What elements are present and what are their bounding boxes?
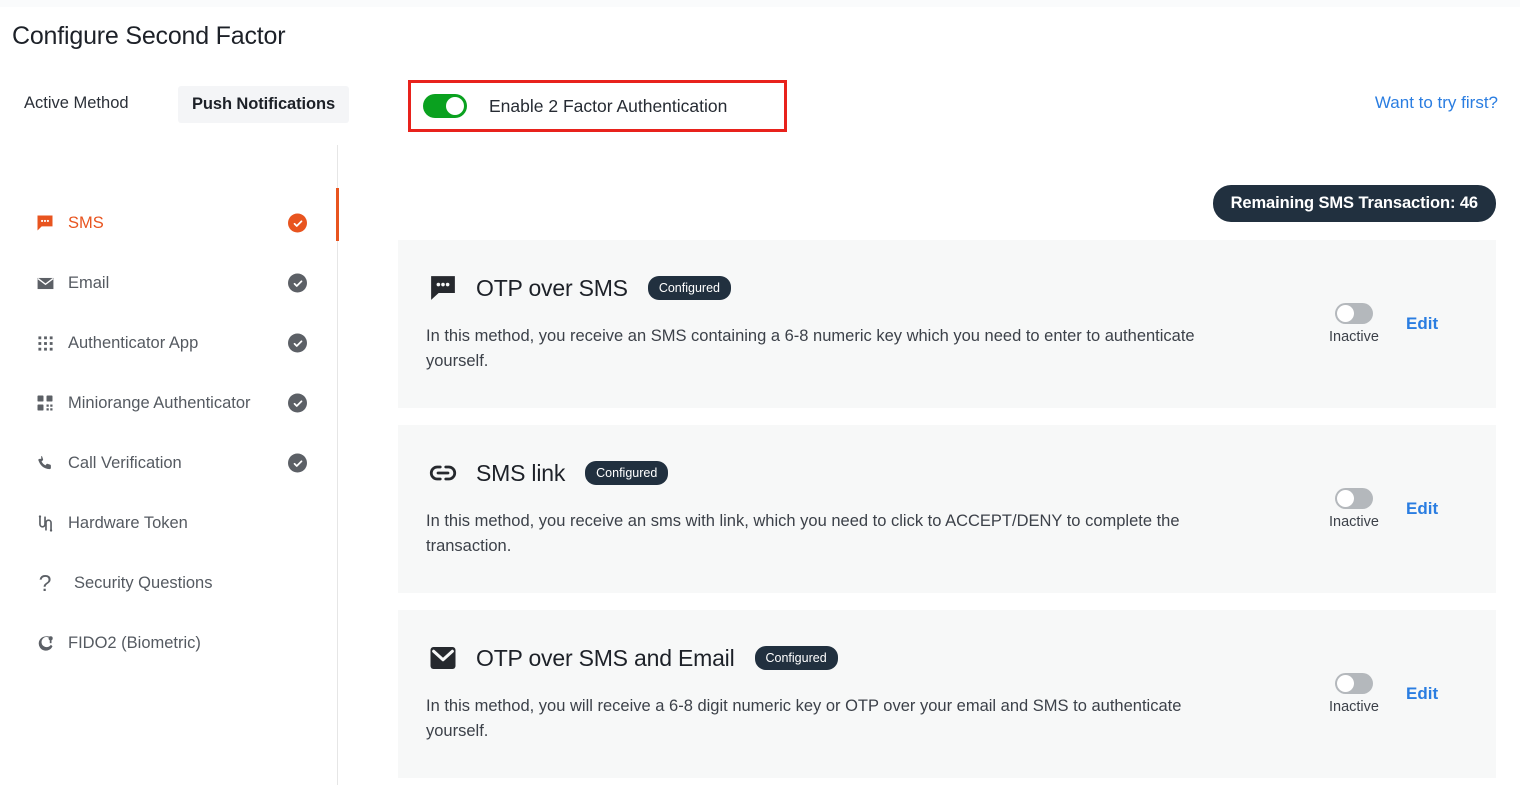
sidebar-item-label: Authenticator App: [68, 333, 199, 352]
card-actions: Inactive Edit: [1306, 303, 1476, 345]
sidebar-item-label: FIDO2 (Biometric): [68, 633, 201, 652]
card-status-group: Inactive: [1306, 673, 1402, 715]
verified-check-icon: [288, 333, 307, 353]
sidebar-item-miniorange-authenticator[interactable]: Miniorange Authenticator: [0, 373, 337, 433]
verified-check-icon: [288, 273, 307, 293]
verified-check-icon: [288, 213, 307, 233]
enable-2fa-toggle[interactable]: [423, 94, 467, 118]
top-strip: [0, 0, 1520, 7]
remaining-sms-transaction-badge: Remaining SMS Transaction: 46: [1212, 185, 1496, 222]
configured-badge: Configured: [647, 276, 731, 300]
sidebar-item-call-verification[interactable]: Call Verification: [0, 433, 337, 493]
hardware-token-icon: [34, 512, 56, 534]
card-status-group: Inactive: [1306, 488, 1402, 530]
toggle-knob: [1337, 675, 1354, 692]
envelope-icon: [34, 272, 56, 294]
sidebar-item-label: Email: [68, 273, 110, 292]
link-chain-icon: [426, 458, 460, 488]
method-toggle[interactable]: [1335, 673, 1373, 694]
card-title: OTP over SMS: [476, 274, 628, 301]
sidebar-item-security-questions[interactable]: ? Security Questions: [0, 553, 337, 613]
method-card-otp-over-sms: OTP over SMS Configured In this method, …: [398, 240, 1496, 408]
method-cards-list: OTP over SMS Configured In this method, …: [398, 240, 1496, 785]
card-title: SMS link: [476, 459, 566, 486]
want-to-try-first-link[interactable]: Want to try first?: [1375, 93, 1498, 113]
enable-2fa-highlight-box: Enable 2 Factor Authentication: [408, 80, 787, 132]
method-card-sms-link: SMS link Configured In this method, you …: [398, 425, 1496, 593]
question-mark-icon: ?: [38, 569, 52, 596]
method-toggle[interactable]: [1335, 488, 1373, 509]
sidebar-item-label: Call Verification: [68, 453, 182, 472]
edit-button[interactable]: Edit: [1406, 499, 1476, 519]
sidebar-item-label: Miniorange Authenticator: [68, 393, 251, 412]
sidebar-item-authenticator-app[interactable]: Authenticator App: [0, 313, 337, 373]
verified-check-icon: [288, 453, 307, 473]
sidebar-item-label: Hardware Token: [68, 513, 188, 532]
methods-sidebar: SMS Email Authenticator App Miniorange A…: [0, 145, 338, 785]
card-status-group: Inactive: [1306, 303, 1402, 345]
status-label: Inactive: [1329, 514, 1379, 530]
sms-bubble-icon: [34, 212, 56, 234]
active-method-label: Active Method: [24, 94, 129, 112]
sidebar-item-label: Security Questions: [74, 573, 213, 592]
sidebar-item-hardware-token[interactable]: Hardware Token: [0, 493, 337, 553]
sidebar-item-email[interactable]: Email: [0, 253, 337, 313]
sidebar-item-fido2-biometric[interactable]: FIDO2 (Biometric): [0, 613, 337, 673]
verified-check-icon: [288, 393, 307, 413]
fido2-key-icon: [34, 632, 56, 654]
toggle-knob: [1337, 490, 1354, 507]
configured-badge: Configured: [754, 646, 838, 670]
toggle-knob: [1337, 305, 1354, 322]
card-actions: Inactive Edit: [1306, 488, 1476, 530]
page-title: Configure Second Factor: [12, 22, 286, 50]
enable-2fa-label: Enable 2 Factor Authentication: [489, 95, 728, 116]
active-method-value: Push Notifications: [178, 86, 350, 123]
grid-dots-icon: [34, 332, 56, 354]
status-label: Inactive: [1329, 329, 1379, 345]
configure-second-factor-page: Configure Second Factor Active Method Pu…: [0, 0, 1520, 785]
status-label: Inactive: [1329, 699, 1379, 715]
card-actions: Inactive Edit: [1306, 673, 1476, 715]
configured-badge: Configured: [585, 461, 669, 485]
method-toggle[interactable]: [1335, 303, 1373, 324]
envelope-icon: [426, 643, 460, 673]
method-card-otp-over-sms-and-email: OTP over SMS and Email Configured In thi…: [398, 610, 1496, 778]
methods-main-panel: Remaining SMS Transaction: 46 OTP over S…: [338, 145, 1520, 785]
sidebar-item-sms[interactable]: SMS: [0, 193, 337, 253]
edit-button[interactable]: Edit: [1406, 684, 1476, 704]
sidebar-item-label: SMS: [68, 213, 104, 232]
card-title: OTP over SMS and Email: [476, 644, 735, 671]
toggle-knob: [446, 97, 464, 115]
qr-code-icon: [34, 392, 56, 414]
sms-bubble-icon: [426, 273, 460, 303]
phone-icon: [34, 452, 56, 474]
edit-button[interactable]: Edit: [1406, 314, 1476, 334]
